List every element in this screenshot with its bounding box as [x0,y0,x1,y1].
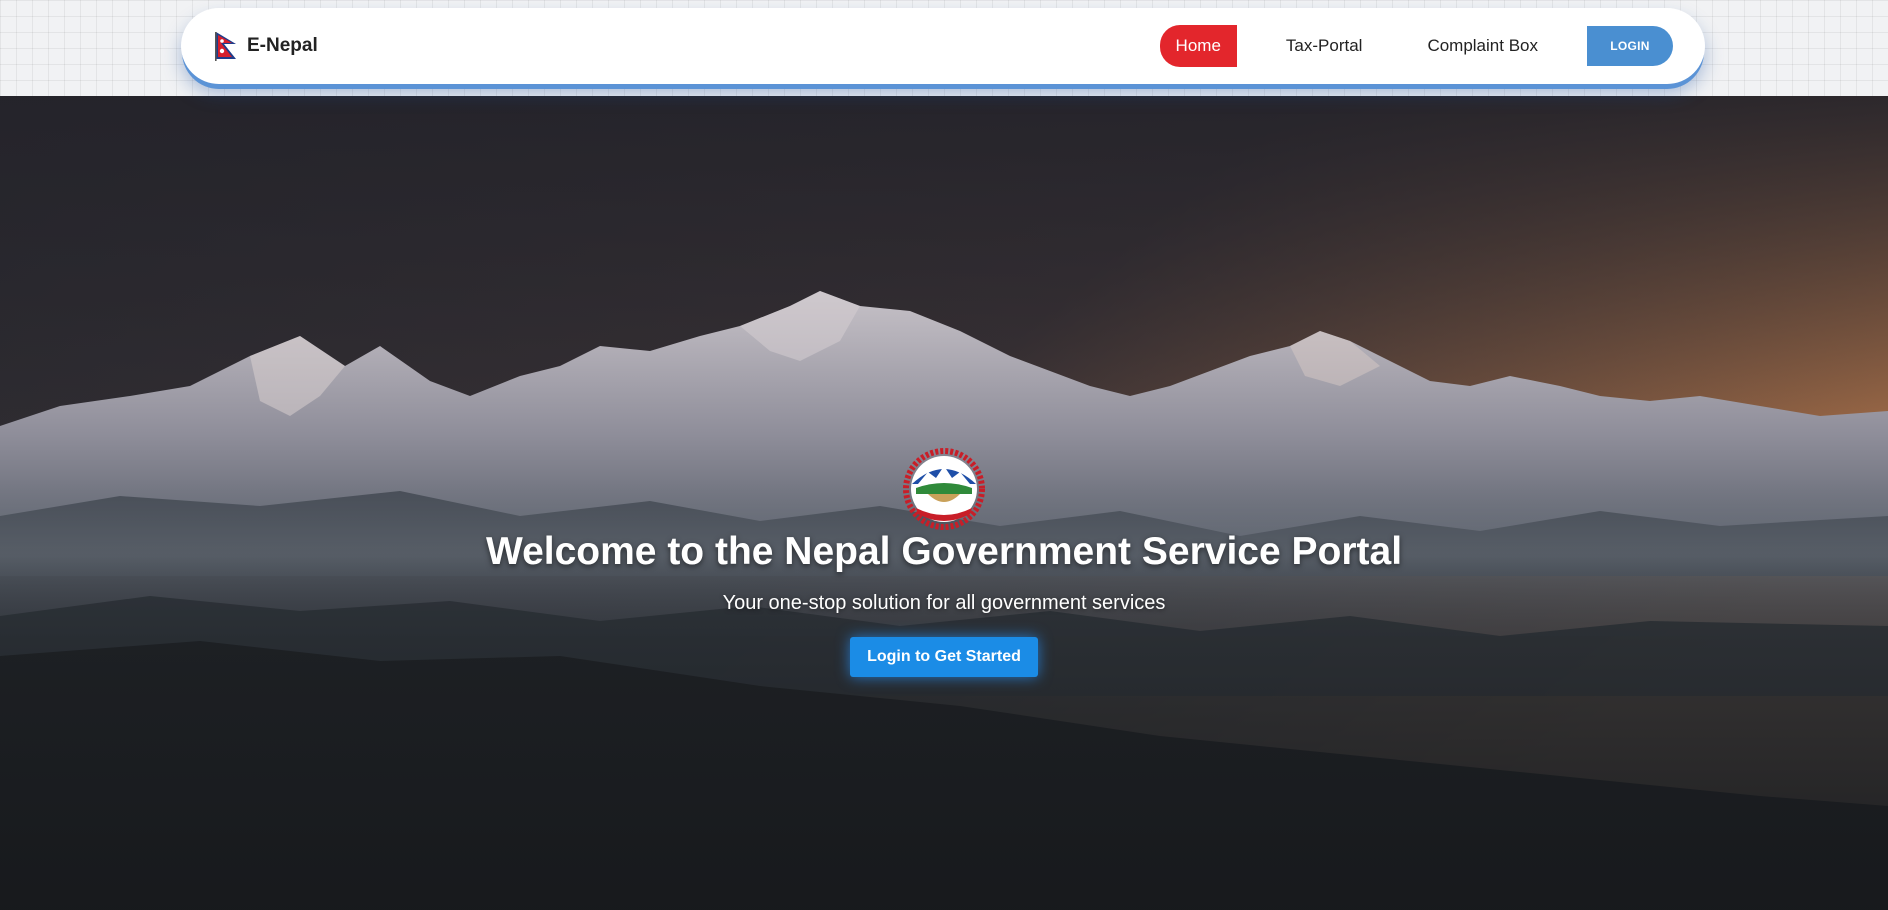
nav-links: Home Tax-Portal Complaint Box LOGIN [1159,25,1673,67]
hero-content: Welcome to the Nepal Government Service … [0,448,1888,677]
hero-title: Welcome to the Nepal Government Service … [485,530,1403,573]
brand[interactable]: E-Nepal [213,31,318,61]
nav-tax-portal-link[interactable]: Tax-Portal [1270,26,1379,66]
nav-home-link[interactable]: Home [1159,25,1237,67]
brand-name: E-Nepal [247,35,318,56]
hero-subtitle: Your one-stop solution for all governmen… [722,592,1166,614]
nepal-flag-icon [215,32,236,61]
nav-complaint-box-link[interactable]: Complaint Box [1411,26,1554,66]
hero-section: Welcome to the Nepal Government Service … [0,96,1888,910]
login-to-get-started-button[interactable]: Login to Get Started [850,637,1038,677]
nepal-emblem-icon [903,448,985,530]
navbar: E-Nepal Home Tax-Portal Complaint Box LO… [181,8,1705,84]
login-button[interactable]: LOGIN [1587,26,1673,66]
